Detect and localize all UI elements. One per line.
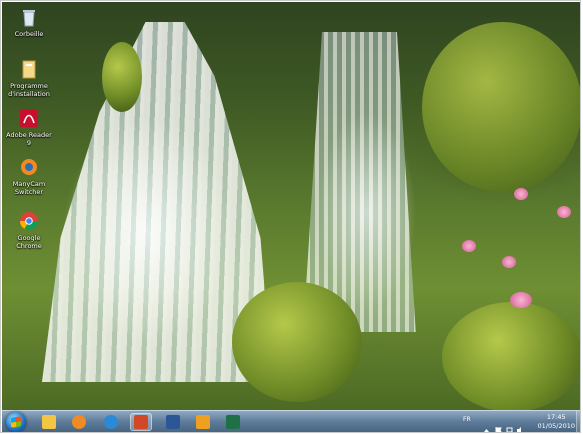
- moss-rock: [102, 42, 142, 112]
- rhododendron-flower: [510, 292, 532, 308]
- show-hidden-icons-icon[interactable]: [483, 419, 490, 432]
- desktop-icon-manycam[interactable]: ManyCam Switcher: [6, 156, 52, 196]
- taskbar-powerpoint[interactable]: [130, 413, 152, 431]
- rhododendron-flower: [514, 188, 528, 200]
- outlook-icon: [196, 415, 210, 429]
- clock-date: 01/05/2010: [537, 422, 575, 430]
- adobe-reader-icon: [20, 109, 38, 127]
- taskbar-word[interactable]: [162, 413, 184, 431]
- taskbar-internet-explorer[interactable]: [100, 413, 122, 431]
- taskbar-outlook[interactable]: [192, 413, 214, 431]
- moss-rock: [422, 22, 580, 192]
- screen-frame: Corbeille Programme d'installation Adobe…: [0, 0, 581, 433]
- clock[interactable]: 17:45 01/05/2010: [538, 413, 575, 431]
- internet-explorer-icon: [104, 415, 118, 429]
- moss-rock: [232, 282, 362, 402]
- network-icon[interactable]: [506, 419, 513, 432]
- taskbar-excel[interactable]: [222, 413, 244, 431]
- desktop-icon-label: Corbeille: [14, 30, 44, 38]
- show-desktop-button[interactable]: [576, 411, 580, 432]
- windows-logo-icon: [11, 416, 21, 428]
- rhododendron-flower: [462, 240, 476, 252]
- desktop-icon-installer[interactable]: Programme d'installation: [6, 58, 52, 98]
- system-tray: FR 17:45 01/05/2010: [461, 411, 580, 432]
- desktop-wallpaper[interactable]: Corbeille Programme d'installation Adobe…: [2, 2, 580, 410]
- taskbar-media-player[interactable]: [68, 413, 90, 431]
- desktop-icon-label: Programme d'installation: [8, 82, 50, 98]
- explorer-icon: [42, 415, 56, 429]
- manycam-icon: [21, 159, 37, 175]
- recycle-bin-icon: [23, 10, 35, 27]
- media-player-icon: [72, 415, 86, 429]
- taskbar-explorer[interactable]: [38, 413, 60, 431]
- desktop-icon-label: Adobe Reader 9: [6, 131, 52, 147]
- desktop-icon-label: Google Chrome: [16, 234, 42, 250]
- rhododendron-flower: [557, 206, 571, 218]
- taskbar: FR 17:45 01/05/2010: [2, 410, 580, 432]
- chrome-icon: [19, 212, 39, 231]
- installer-icon: [22, 60, 36, 79]
- desktop-icon-adobe-reader[interactable]: Adobe Reader 9: [6, 107, 52, 147]
- rhododendron-flower: [502, 256, 516, 268]
- moss-rock: [442, 302, 580, 410]
- volume-icon[interactable]: [517, 419, 524, 432]
- language-indicator[interactable]: FR: [463, 416, 471, 423]
- start-button[interactable]: [6, 412, 26, 432]
- desktop-icon-chrome[interactable]: Google Chrome: [6, 210, 52, 250]
- powerpoint-icon: [134, 415, 148, 429]
- clock-time: 17:45: [546, 413, 566, 421]
- action-center-flag-icon[interactable]: [495, 419, 502, 432]
- desktop-icon-recycle-bin[interactable]: Corbeille: [6, 6, 52, 38]
- excel-icon: [226, 415, 240, 429]
- word-icon: [166, 415, 180, 429]
- desktop-icon-label: ManyCam Switcher: [12, 180, 46, 196]
